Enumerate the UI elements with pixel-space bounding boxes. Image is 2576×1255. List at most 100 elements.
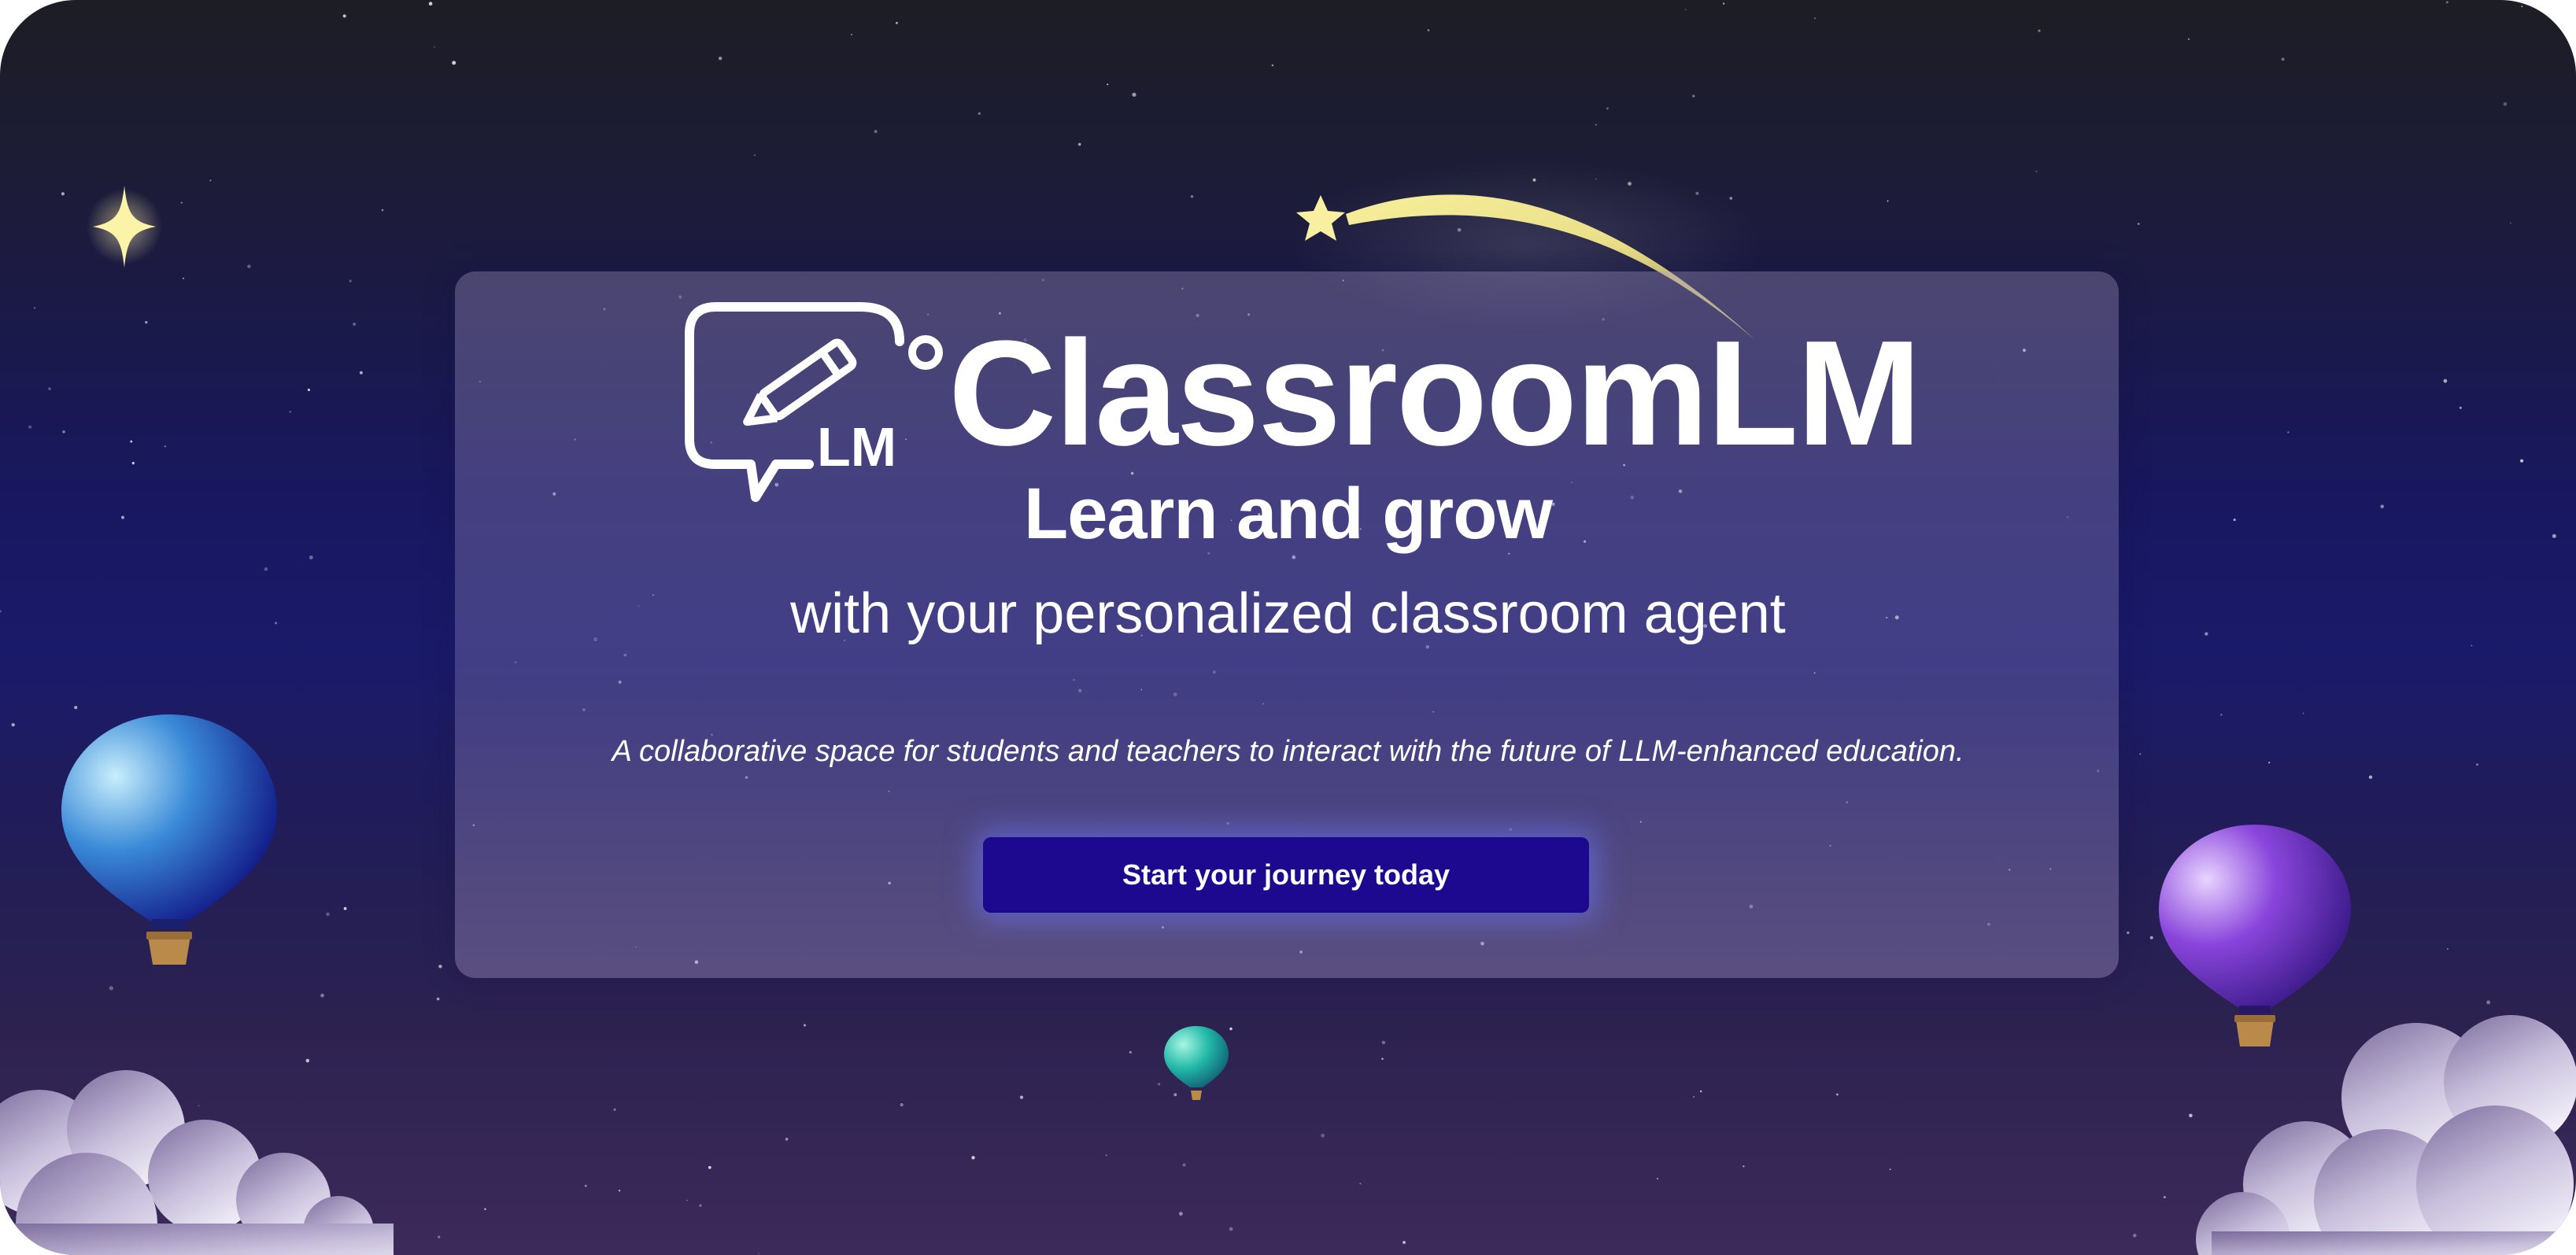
star-dot — [2035, 170, 2038, 173]
star-dot — [428, 2, 433, 6]
star-dot — [1271, 64, 1274, 67]
star-dot — [289, 411, 291, 413]
star-dot — [34, 307, 35, 309]
star-dot — [978, 112, 981, 115]
star-dot — [2188, 38, 2190, 40]
star-dot — [1132, 92, 1136, 97]
star-dot — [2302, 712, 2304, 714]
star-dot — [1657, 1177, 1658, 1179]
star-dot — [1889, 1168, 1891, 1170]
brand-title: ClassroomLM — [948, 310, 1921, 477]
star-dot — [2521, 6, 2523, 8]
star-dot — [1606, 107, 1609, 110]
star-dot — [109, 986, 113, 991]
star-dot — [618, 1190, 621, 1192]
star-dot — [48, 387, 51, 390]
star-dot — [359, 371, 363, 375]
star-dot — [305, 1058, 310, 1063]
logo-text: LM — [817, 416, 896, 478]
start-journey-button[interactable]: Start your journey today — [983, 837, 1589, 913]
star-dot — [1595, 124, 1597, 126]
star-dot — [2287, 431, 2290, 434]
star-dot — [1179, 1212, 1183, 1216]
star-dot — [438, 1235, 441, 1238]
star-dot — [1381, 1040, 1386, 1045]
star-dot — [1887, 200, 1889, 202]
star-dot — [343, 906, 347, 910]
star-dot — [484, 1208, 486, 1210]
star-dot — [436, 997, 440, 1001]
star-dot — [349, 279, 352, 282]
star-dot — [1359, 1183, 1362, 1185]
hero-subheadline: with your personalized classroom agent — [790, 582, 1786, 645]
star-dot — [1427, 29, 1430, 31]
star-dot — [434, 46, 435, 48]
star-dot — [584, 1184, 587, 1187]
star-dot — [2133, 1234, 2137, 1238]
landing-page: LM ClassroomLM Learn and grow with your … — [0, 0, 2576, 1255]
star-dot — [900, 1103, 904, 1107]
star-dot — [28, 425, 32, 429]
star-dot — [1107, 83, 1109, 86]
star-dot — [1685, 9, 1687, 11]
star-dot — [2446, 948, 2448, 950]
star-dot — [2127, 931, 2130, 935]
star-dot — [182, 277, 185, 279]
teal-balloon-icon — [1164, 1026, 1229, 1100]
star-dot — [307, 388, 310, 392]
star-dot — [613, 1108, 616, 1111]
star-dot — [438, 965, 442, 969]
star-dot — [164, 445, 166, 448]
star-dot — [11, 723, 15, 727]
star-dot — [1381, 1058, 1384, 1060]
star-dot — [686, 1199, 688, 1201]
star-dot — [62, 430, 65, 434]
star-dot — [2459, 406, 2462, 409]
star-dot — [1019, 1095, 1024, 1099]
star-dot — [1321, 1133, 1325, 1138]
star-dot — [2368, 775, 2373, 779]
star-dot — [2443, 378, 2448, 383]
blue-balloon-icon — [61, 714, 277, 965]
star-dot — [2163, 1196, 2166, 1198]
star-dot — [753, 154, 756, 157]
star-dot — [1813, 17, 1816, 20]
star-dot — [209, 179, 212, 182]
star-dot — [851, 34, 852, 35]
star-dot — [758, 1252, 759, 1254]
star-dot — [2509, 222, 2511, 224]
star-dot — [1692, 1095, 1695, 1098]
hero-headline: Learn and grow — [1024, 474, 1553, 554]
star-dot — [1077, 142, 1081, 146]
star-dot — [1722, 2, 1725, 5]
star-dot — [130, 440, 133, 443]
star-dot — [320, 993, 324, 998]
star-dot — [61, 192, 65, 196]
star-dot — [971, 1156, 975, 1160]
star-dot — [1182, 1163, 1186, 1167]
star-dot — [1403, 1241, 1406, 1244]
hero-tagline: A collaborative space for students and t… — [612, 735, 1964, 768]
star-dot — [264, 567, 268, 571]
star-dot — [1229, 1227, 1233, 1231]
star-dot — [1129, 1050, 1132, 1054]
cloud-icon — [0, 1070, 394, 1255]
star-dot — [2520, 459, 2524, 463]
star-dot — [1190, 195, 1194, 198]
star-dot — [145, 320, 148, 324]
star-dot — [131, 462, 135, 465]
star-dot — [180, 201, 183, 204]
star-dot — [874, 130, 878, 134]
star-dot — [2137, 223, 2140, 225]
star-dot — [247, 264, 251, 268]
star-dot — [2038, 29, 2041, 32]
star-dot — [896, 21, 898, 24]
star-dot — [1692, 94, 1695, 98]
star-dot — [1836, 1093, 1839, 1096]
star-dot — [1105, 1154, 1107, 1157]
sparkle-star-icon — [87, 186, 162, 268]
star-dot — [326, 912, 330, 917]
star-dot — [2503, 102, 2508, 106]
star-dot — [353, 323, 357, 326]
cloud-icon — [2196, 1015, 2576, 1255]
